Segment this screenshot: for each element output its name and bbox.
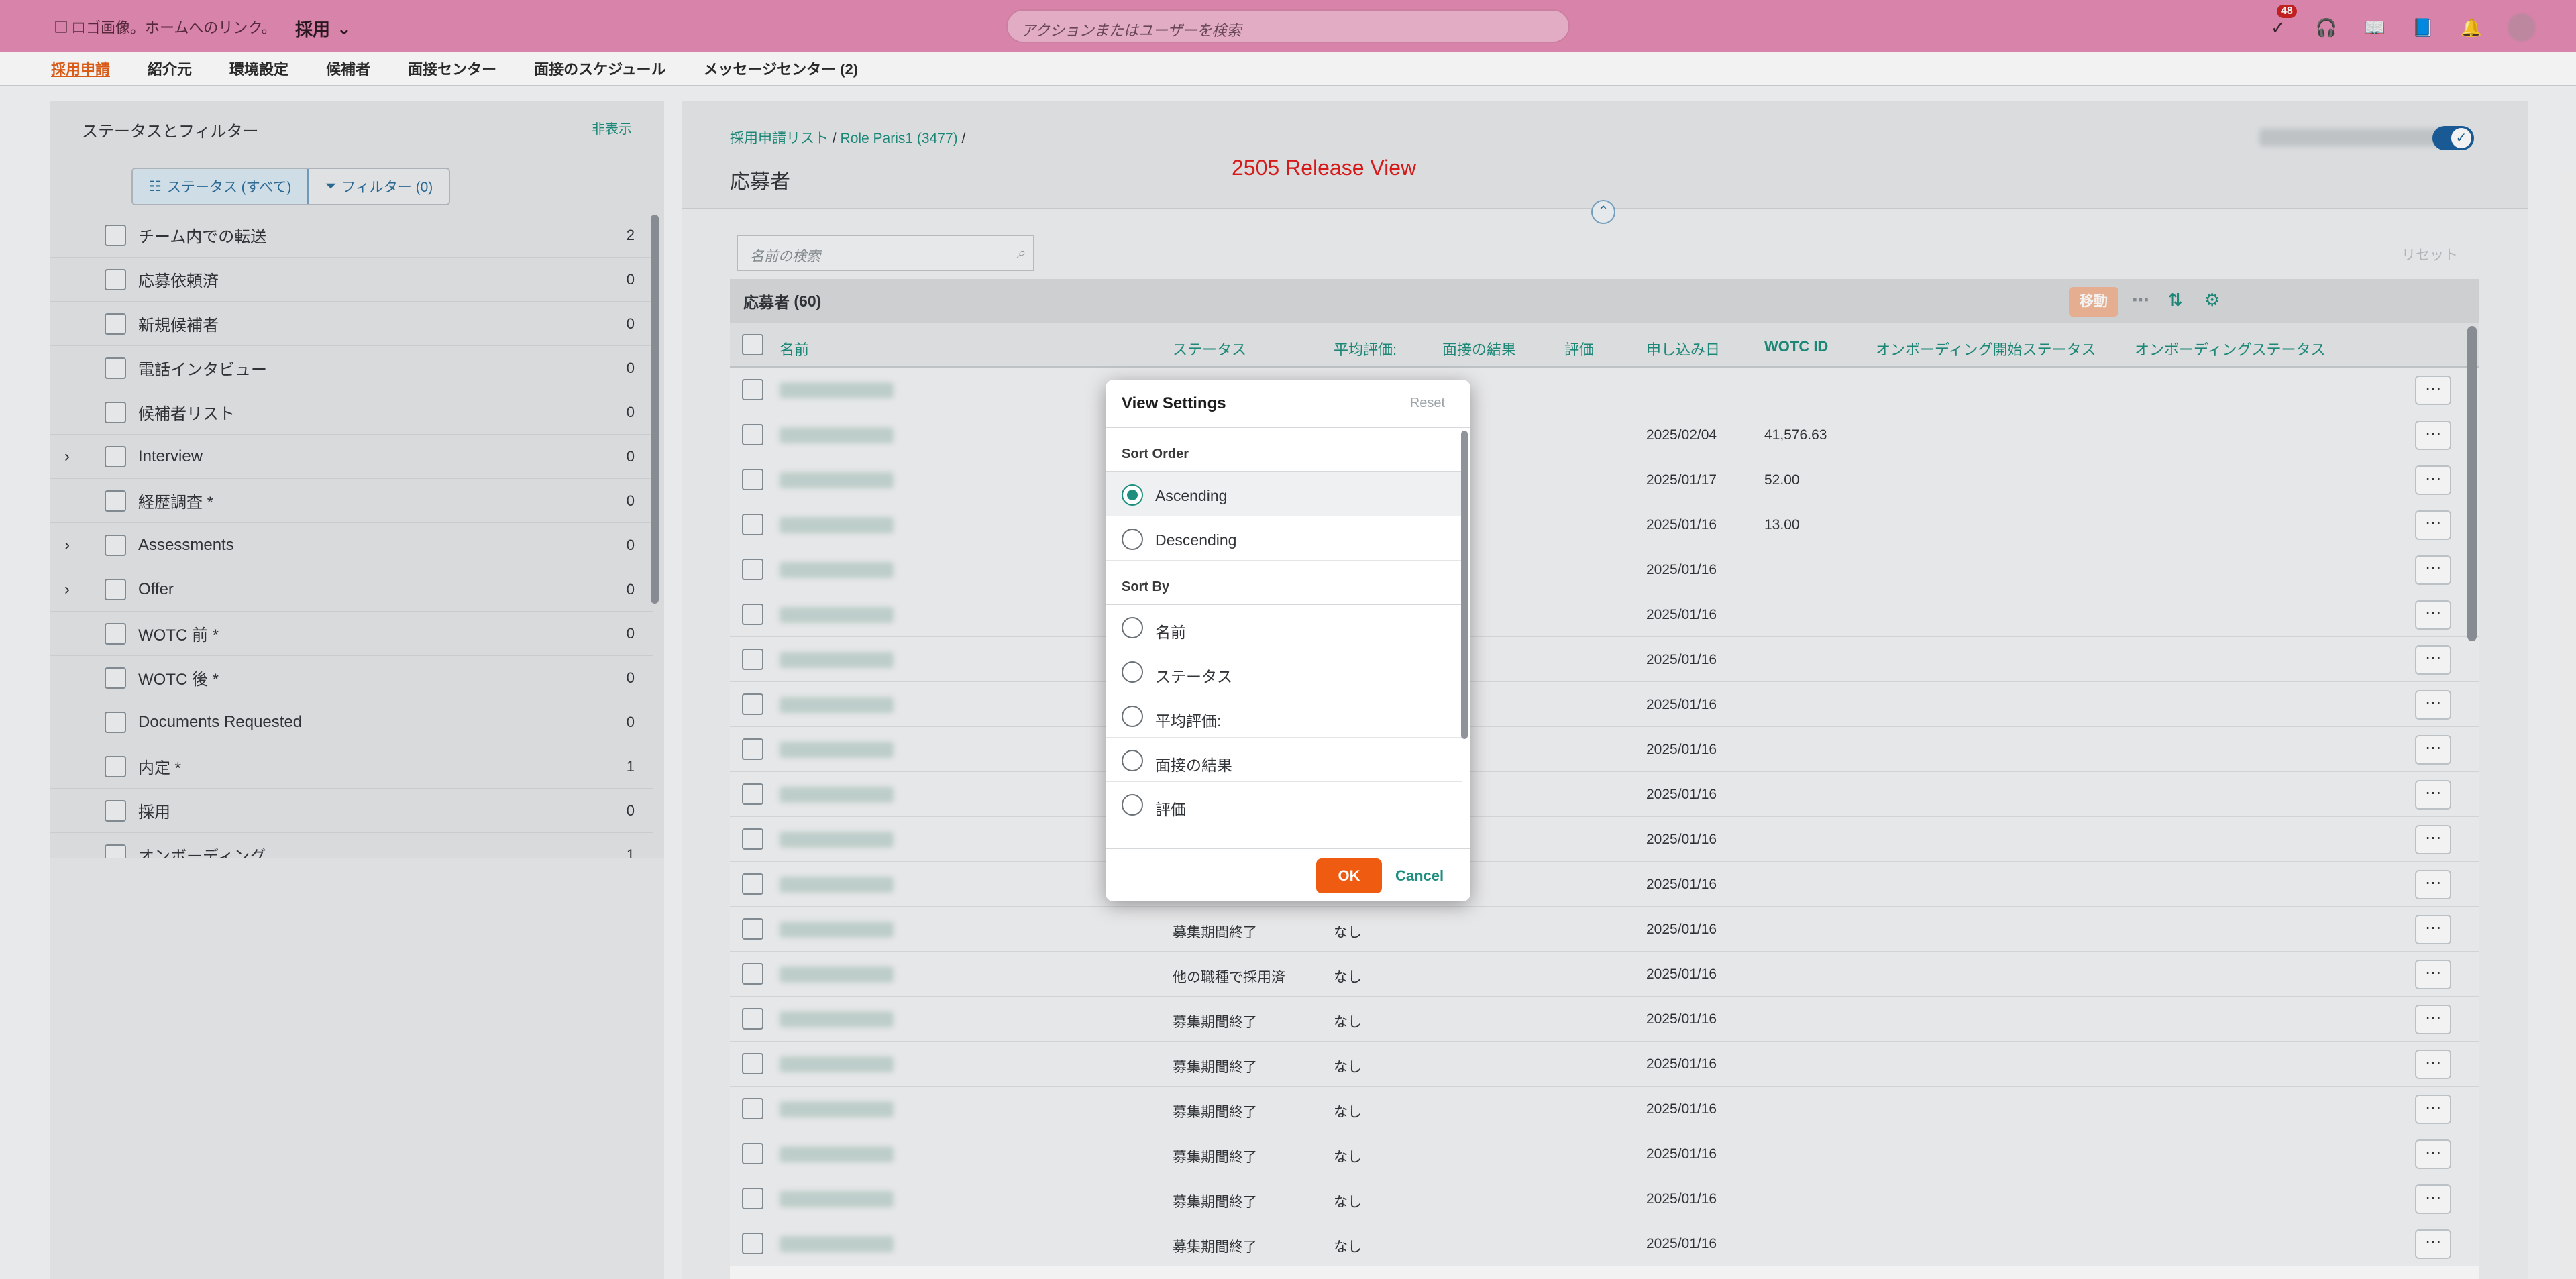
radio-button[interactable] <box>1122 750 1143 771</box>
sort-ascending-option[interactable]: Ascending <box>1106 472 1462 516</box>
radio-button[interactable] <box>1122 661 1143 683</box>
sort-by-option[interactable]: 評価 <box>1106 782 1462 826</box>
view-settings-dialog: View Settings Reset Sort Order Ascending… <box>1106 380 1470 901</box>
radio-button[interactable] <box>1122 706 1143 727</box>
dialog-title: View Settings <box>1122 394 1226 412</box>
cancel-button[interactable]: Cancel <box>1395 858 1444 893</box>
dialog-body: Sort Order Ascending Descending Sort By … <box>1106 428 1462 830</box>
dialog-scrollbar[interactable] <box>1461 431 1468 739</box>
sort-by-list: 名前ステータス平均評価: 面接の結果評価申し込み日 <box>1106 605 1462 830</box>
option-label: 名前 <box>1155 624 1186 641</box>
sort-by-option[interactable]: 面接の結果 <box>1106 738 1462 782</box>
option-label: 平均評価: <box>1155 712 1222 730</box>
sort-by-option[interactable]: 名前 <box>1106 605 1462 649</box>
radio-button[interactable] <box>1122 617 1143 638</box>
option-label: Descending <box>1155 531 1237 549</box>
sort-by-option[interactable]: 申し込み日 <box>1106 826 1462 830</box>
option-label: 面接の結果 <box>1155 757 1232 774</box>
sort-order-heading: Sort Order <box>1106 428 1462 472</box>
radio-descending[interactable] <box>1122 529 1143 550</box>
sort-descending-option[interactable]: Descending <box>1106 516 1462 561</box>
option-label: Ascending <box>1155 487 1228 504</box>
sort-by-heading: Sort By <box>1106 561 1462 605</box>
ok-button[interactable]: OK <box>1316 858 1382 893</box>
sort-by-option[interactable]: 平均評価: <box>1106 693 1462 738</box>
dialog-header: View Settings Reset <box>1106 380 1470 428</box>
dialog-reset-button[interactable]: Reset <box>1410 396 1445 411</box>
dialog-footer: OK Cancel <box>1106 848 1470 901</box>
radio-button[interactable] <box>1122 794 1143 816</box>
option-label: 評価 <box>1155 801 1186 818</box>
radio-ascending[interactable] <box>1122 484 1143 506</box>
sort-by-option[interactable]: ステータス <box>1106 649 1462 693</box>
option-label: ステータス <box>1155 668 1232 685</box>
